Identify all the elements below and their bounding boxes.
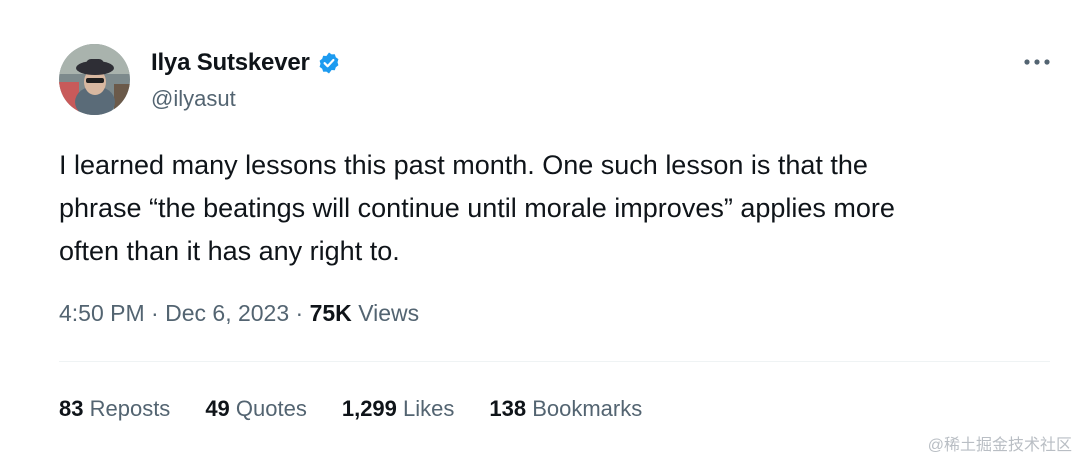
tweet-date[interactable]: Dec 6, 2023 [165,300,289,326]
tweet-time[interactable]: 4:50 PM [59,300,145,326]
bookmarks-stat[interactable]: 138 Bookmarks [489,396,642,422]
avatar[interactable] [59,44,130,115]
verified-badge-icon [319,52,339,74]
tweet-text-line: often than it has any right to. [59,236,400,266]
reposts-stat[interactable]: 83 Reposts [59,396,170,422]
more-options-button[interactable] [1022,52,1052,72]
bookmarks-count: 138 [489,396,533,421]
more-horizontal-icon [1024,59,1050,65]
quotes-count: 49 [205,396,236,421]
divider [59,361,1050,362]
tweet-text-line: phrase “the beatings will continue until… [59,193,895,223]
views-label: Views [358,300,420,326]
reposts-count: 83 [59,396,90,421]
tweet-text: I learned many lessons this past month. … [59,144,1059,273]
likes-stat[interactable]: 1,299 Likes [342,396,455,422]
author-name-row: Ilya Sutskever [151,47,341,79]
tweet-meta: 4:50 PM · Dec 6, 2023 · 75K Views [59,300,419,327]
likes-label: Likes [403,396,455,421]
watermark: @稀土掘金技术社区 [927,437,1072,454]
avatar-image [59,44,130,115]
meta-separator: · [295,300,310,326]
meta-separator: · [151,300,166,326]
reposts-label: Reposts [89,396,171,421]
bookmarks-label: Bookmarks [532,396,643,421]
quotes-stat[interactable]: 49 Quotes [205,396,307,422]
engagement-stats: 83 Reposts 49 Quotes 1,299 Likes 138 Boo… [59,396,677,422]
views-count: 75K [309,300,359,326]
author-handle[interactable]: @ilyasut [151,86,236,112]
quotes-label: Quotes [235,396,307,421]
tweet-text-line: I learned many lessons this past month. … [59,150,868,180]
author-display-name[interactable]: Ilya Sutskever [151,49,310,77]
likes-count: 1,299 [341,396,404,421]
tweet-card: Ilya Sutskever @ilyasut I learned many l… [0,0,1080,461]
